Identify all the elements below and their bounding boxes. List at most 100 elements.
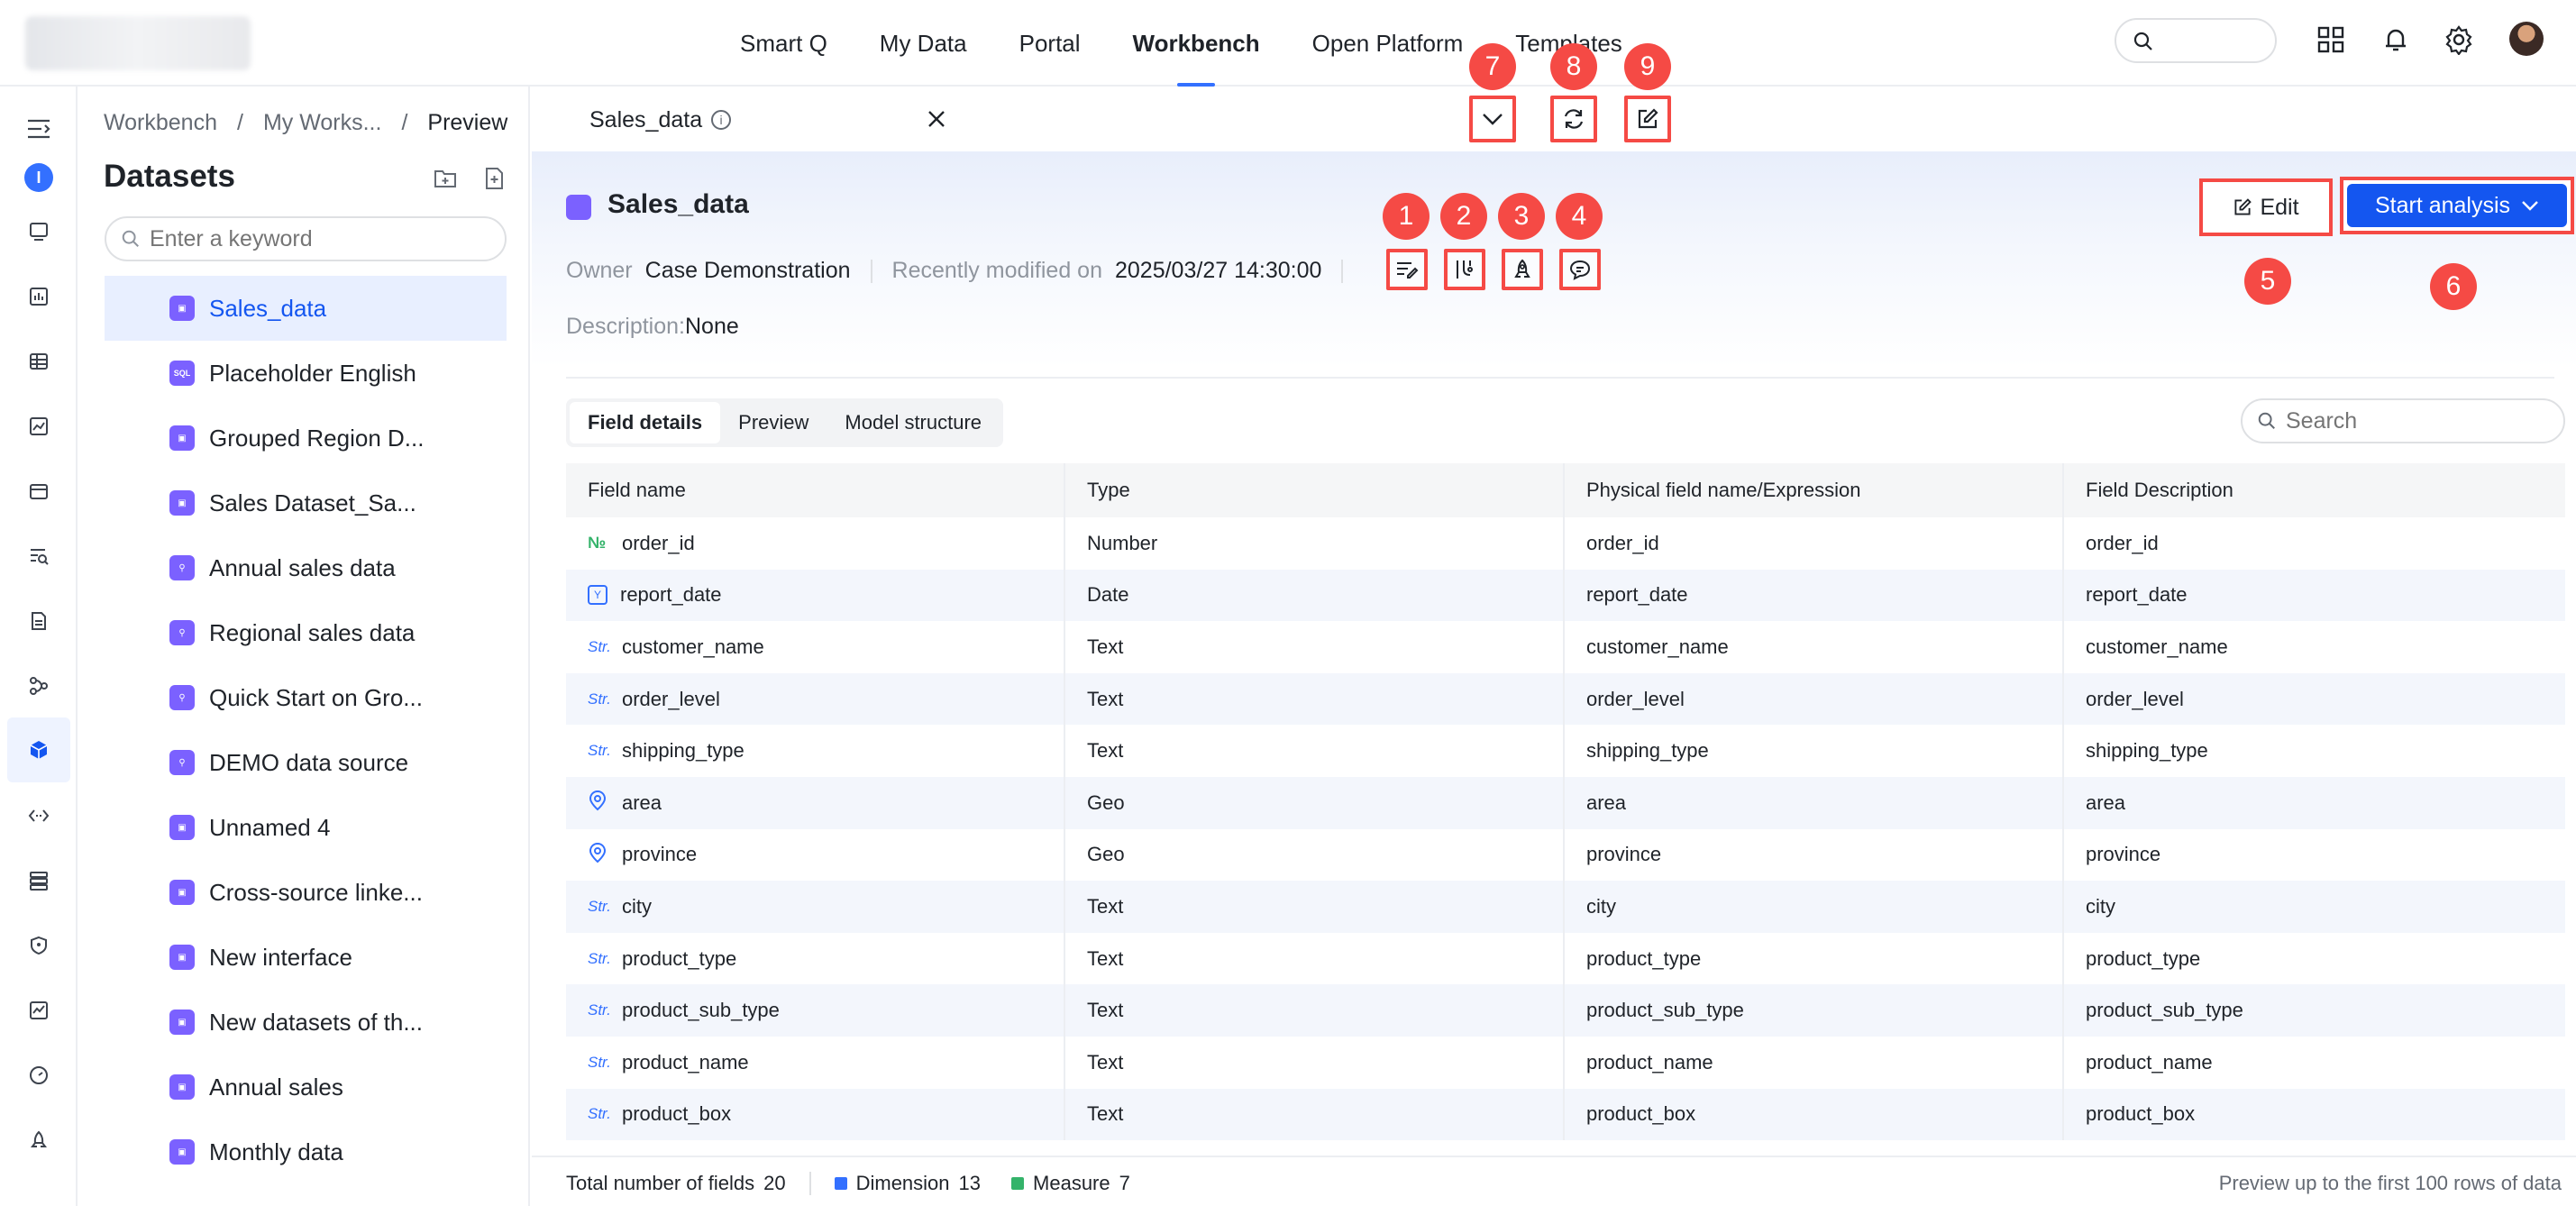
dataset-item[interactable]: ▣ Grouped Region D...: [105, 406, 507, 471]
apps-grid-icon[interactable]: [2313, 22, 2349, 58]
edit-button[interactable]: Edit: [2199, 178, 2333, 236]
field-name: report_date: [620, 583, 722, 607]
field-name-cell: area: [566, 776, 1065, 829]
tab-dropdown-button[interactable]: [1469, 96, 1516, 142]
field-description-cell: province: [2086, 843, 2161, 866]
accelerate-button[interactable]: [1502, 249, 1543, 290]
code-icon[interactable]: [16, 793, 61, 838]
nav-my-data[interactable]: My Data: [854, 0, 993, 87]
database-icon[interactable]: [16, 858, 61, 903]
global-search-input[interactable]: [2115, 18, 2277, 63]
table-row[interactable]: province Geo province province: [566, 828, 2565, 882]
edit-tab-button[interactable]: [1624, 96, 1671, 142]
measure-value: 7: [1119, 1172, 1130, 1194]
field-description-cell: product_sub_type: [2086, 999, 2243, 1022]
chart-icon[interactable]: [16, 274, 61, 319]
shield-icon[interactable]: [16, 923, 61, 968]
detail-tabs: Field details Preview Model structure: [566, 398, 1004, 447]
nav-open-platform[interactable]: Open Platform: [1286, 0, 1490, 87]
table-row[interactable]: Yreport_date Date report_date report_date: [566, 569, 2565, 622]
query-icon[interactable]: [16, 534, 61, 579]
table-row[interactable]: Str. product_sub_type Text product_sub_type…: [566, 984, 2565, 1037]
dataset-item[interactable]: ▣ Sales_data: [105, 276, 507, 341]
table-row[interactable]: Str. customer_name Text customer_name custom…: [566, 621, 2565, 673]
bell-icon[interactable]: [2378, 22, 2414, 58]
workflow-icon[interactable]: [16, 663, 61, 708]
screen-icon[interactable]: [16, 209, 61, 254]
cube-icon: ▣: [169, 1010, 195, 1035]
tab-field-details[interactable]: Field details: [570, 402, 721, 443]
dataset-item[interactable]: ⚲ Regional sales data: [105, 600, 507, 665]
close-icon[interactable]: [927, 109, 946, 135]
logo[interactable]: [25, 16, 251, 70]
table-row[interactable]: Str. order_level Text order_level order_leve…: [566, 672, 2565, 726]
nav-workbench[interactable]: Workbench: [1107, 0, 1286, 87]
tab-preview[interactable]: Preview: [720, 402, 827, 443]
dataset-item[interactable]: ▣ New datasets of th...: [105, 990, 507, 1055]
info-icon[interactable]: i: [711, 110, 732, 130]
start-analysis-button[interactable]: Start analysis: [2340, 177, 2574, 234]
table-row[interactable]: Str. product_type Text product_type product_…: [566, 932, 2565, 985]
document-icon[interactable]: [16, 598, 61, 644]
line-chart-icon[interactable]: [16, 404, 61, 449]
table-row[interactable]: № order_id Number order_id order_id: [566, 517, 2565, 570]
monitor-icon[interactable]: [16, 988, 61, 1033]
dataset-search-input[interactable]: [105, 216, 507, 261]
workspace-badge[interactable]: I: [16, 155, 61, 200]
dataset-item[interactable]: ▣ Unnamed 4: [105, 795, 507, 860]
dataset-item[interactable]: ▣ New interface: [105, 925, 507, 990]
dataset-item[interactable]: ▣ Monthly data: [105, 1119, 507, 1184]
breadcrumb-my-works[interactable]: My Works...: [263, 110, 381, 136]
main-content: Sales_data i Sales_data Owner Case Demon…: [532, 43, 2576, 1206]
callout-5: 5: [2244, 258, 2291, 305]
tab-model-structure[interactable]: Model structure: [827, 402, 1000, 443]
field-name-cell: Str. product_sub_type: [566, 984, 1065, 1037]
field-type-cell: Number: [1065, 517, 1565, 570]
refresh-button[interactable]: [1550, 96, 1597, 142]
new-file-icon[interactable]: [481, 166, 508, 193]
nav-portal[interactable]: Portal: [993, 0, 1107, 87]
dataset-item[interactable]: ⚲ DEMO data source: [105, 730, 507, 795]
dataset-list: ▣ Sales_data SQL Placeholder English ▣ Grou…: [105, 276, 507, 1184]
link-icon: ⚲: [169, 620, 195, 645]
dataset-item[interactable]: ⚲ Quick Start on Gro...: [105, 665, 507, 730]
table-row[interactable]: Str. product_box Text product_box product_bo…: [566, 1088, 2565, 1141]
file-tab[interactable]: Sales_data i: [575, 94, 964, 146]
cube-icon: ▣: [169, 815, 195, 840]
table-row[interactable]: Str. shipping_type Text shipping_type shippi…: [566, 725, 2565, 777]
breadcrumb-workbench[interactable]: Workbench: [104, 110, 217, 136]
cube-icon: ▣: [169, 945, 195, 970]
table-row[interactable]: Str. city Text city city: [566, 881, 2565, 933]
field-list-button[interactable]: [1386, 249, 1428, 290]
cube-icon: ▣: [169, 880, 195, 905]
physical-field-cell: province: [1565, 828, 2064, 882]
callout-9: 9: [1624, 43, 1671, 90]
nav-smart-q[interactable]: Smart Q: [714, 0, 854, 87]
table-row[interactable]: area Geo area area: [566, 776, 2565, 829]
edit-icon: [1638, 108, 1658, 129]
physical-field-cell: order_level: [1565, 672, 2064, 726]
collapse-menu-icon[interactable]: [16, 106, 61, 151]
dashboard-icon[interactable]: [16, 469, 61, 514]
str-type-icon: Str.: [588, 949, 611, 967]
dataset-item[interactable]: ⚲ Annual sales data: [105, 535, 507, 600]
dataset-item[interactable]: SQL Placeholder English: [105, 341, 507, 406]
panel-title: Datasets: [104, 159, 235, 194]
dataset-item[interactable]: ▣ Cross-source linke...: [105, 860, 507, 925]
dataset-item[interactable]: ▣ Annual sales: [105, 1055, 507, 1119]
comment-button[interactable]: [1559, 249, 1601, 290]
table-row[interactable]: Str. product_name Text product_name product_…: [566, 1036, 2565, 1089]
dataset-item[interactable]: ▣ Sales Dataset_Sa...: [105, 471, 507, 535]
rocket-icon[interactable]: [16, 1118, 61, 1163]
new-folder-icon[interactable]: [433, 166, 460, 193]
dataset-cube-icon[interactable]: [7, 717, 70, 782]
field-name-cell: province: [566, 828, 1065, 882]
avatar[interactable]: [2509, 22, 2544, 56]
gear-icon[interactable]: [2441, 22, 2477, 58]
field-search-input[interactable]: [2241, 398, 2565, 443]
table-icon[interactable]: [16, 339, 61, 384]
field-type-cell: Text: [1065, 672, 1565, 726]
gauge-icon[interactable]: [16, 1053, 61, 1098]
physical-field-cell: product_box: [1565, 1088, 2064, 1141]
lineage-button[interactable]: [1444, 249, 1485, 290]
